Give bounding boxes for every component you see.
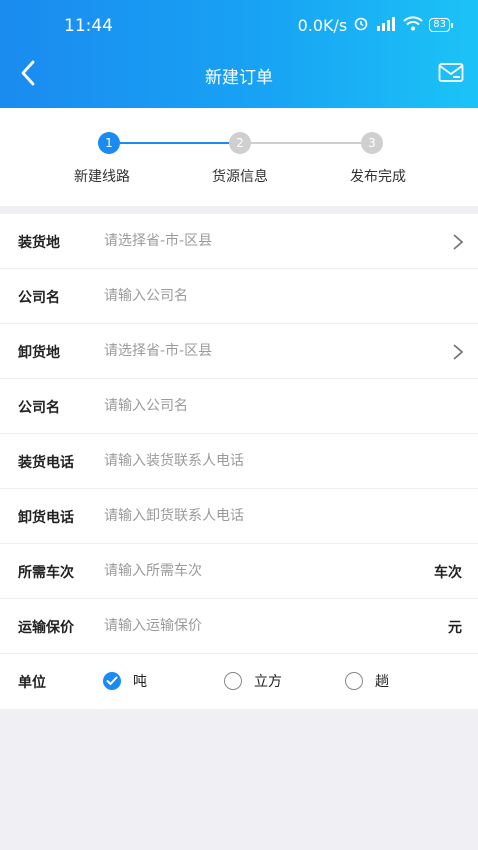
status-icons: 0.0K/s 83	[297, 15, 453, 35]
app-header: 11:44 0.0K/s 83 新建订单	[0, 0, 478, 108]
insurance-input[interactable]	[104, 615, 404, 637]
unload-phone-label: 卸货电话	[18, 510, 74, 526]
load-phone-row: 装货电话	[0, 434, 478, 489]
step-2-dot: 2	[229, 132, 251, 154]
unit-option-label: 立方	[254, 674, 282, 690]
step-1-label: 新建线路	[74, 169, 130, 185]
radio-unchecked-icon	[345, 672, 363, 690]
unload-company-row: 公司名	[0, 379, 478, 434]
step-2-label: 货源信息	[212, 169, 268, 185]
unload-phone-row: 卸货电话	[0, 489, 478, 544]
alarm-icon	[353, 15, 369, 35]
trips-row: 所需车次 车次	[0, 544, 478, 599]
load-place-label: 装货地	[18, 235, 60, 251]
step-indicator: 1 2 3 新建线路 货源信息 发布完成	[0, 108, 478, 206]
insurance-unit: 元	[448, 620, 462, 636]
unload-place-label: 卸货地	[18, 345, 60, 361]
unload-company-label: 公司名	[18, 400, 60, 416]
mail-button[interactable]	[438, 62, 466, 86]
unit-option-cubic[interactable]: 立方	[224, 671, 282, 691]
unit-option-label: 吨	[133, 674, 147, 690]
chevron-right-icon	[453, 234, 464, 250]
battery-icon: 83	[429, 18, 453, 32]
unload-place-select[interactable]	[104, 340, 424, 362]
unit-label: 单位	[18, 675, 46, 691]
load-company-input[interactable]	[104, 285, 424, 307]
step-3-label: 发布完成	[350, 169, 406, 185]
mail-icon	[438, 63, 464, 82]
load-phone-label: 装货电话	[18, 455, 74, 471]
step-1-dot: 1	[98, 132, 120, 154]
unit-option-ton[interactable]: 吨	[103, 671, 147, 691]
radio-checked-icon	[103, 672, 121, 690]
order-form: 装货地 公司名 卸货地 公司名 装货电话 卸货电话 所需车次 车次 运输保价 元…	[0, 214, 478, 709]
trips-input[interactable]	[104, 560, 404, 582]
signal-icon	[375, 16, 397, 35]
load-phone-input[interactable]	[104, 450, 424, 472]
insurance-label: 运输保价	[18, 620, 74, 636]
insurance-row: 运输保价 元	[0, 599, 478, 654]
trips-label: 所需车次	[18, 565, 74, 581]
chevron-right-icon	[453, 344, 464, 360]
wifi-icon	[403, 15, 423, 35]
unload-company-input[interactable]	[104, 395, 424, 417]
unit-option-label: 趟	[375, 674, 389, 690]
load-company-row: 公司名	[0, 269, 478, 324]
page-title: 新建订单	[205, 68, 273, 88]
load-place-row[interactable]: 装货地	[0, 214, 478, 269]
unit-option-trip[interactable]: 趟	[345, 671, 389, 691]
step-3-dot: 3	[361, 132, 383, 154]
status-time: 11:44	[64, 16, 113, 36]
unload-phone-input[interactable]	[104, 505, 424, 527]
load-place-select[interactable]	[104, 230, 424, 252]
unit-row: 单位 吨 立方 趟	[0, 654, 478, 709]
status-bar: 11:44 0.0K/s 83	[0, 0, 478, 40]
step-line-1	[120, 142, 230, 144]
network-speed: 0.0K/s	[297, 15, 348, 35]
nav-bar: 新建订单	[0, 40, 478, 108]
step-line-2	[250, 142, 362, 144]
trips-unit: 车次	[434, 565, 462, 581]
unload-place-row[interactable]: 卸货地	[0, 324, 478, 379]
load-company-label: 公司名	[18, 290, 60, 306]
radio-unchecked-icon	[224, 672, 242, 690]
